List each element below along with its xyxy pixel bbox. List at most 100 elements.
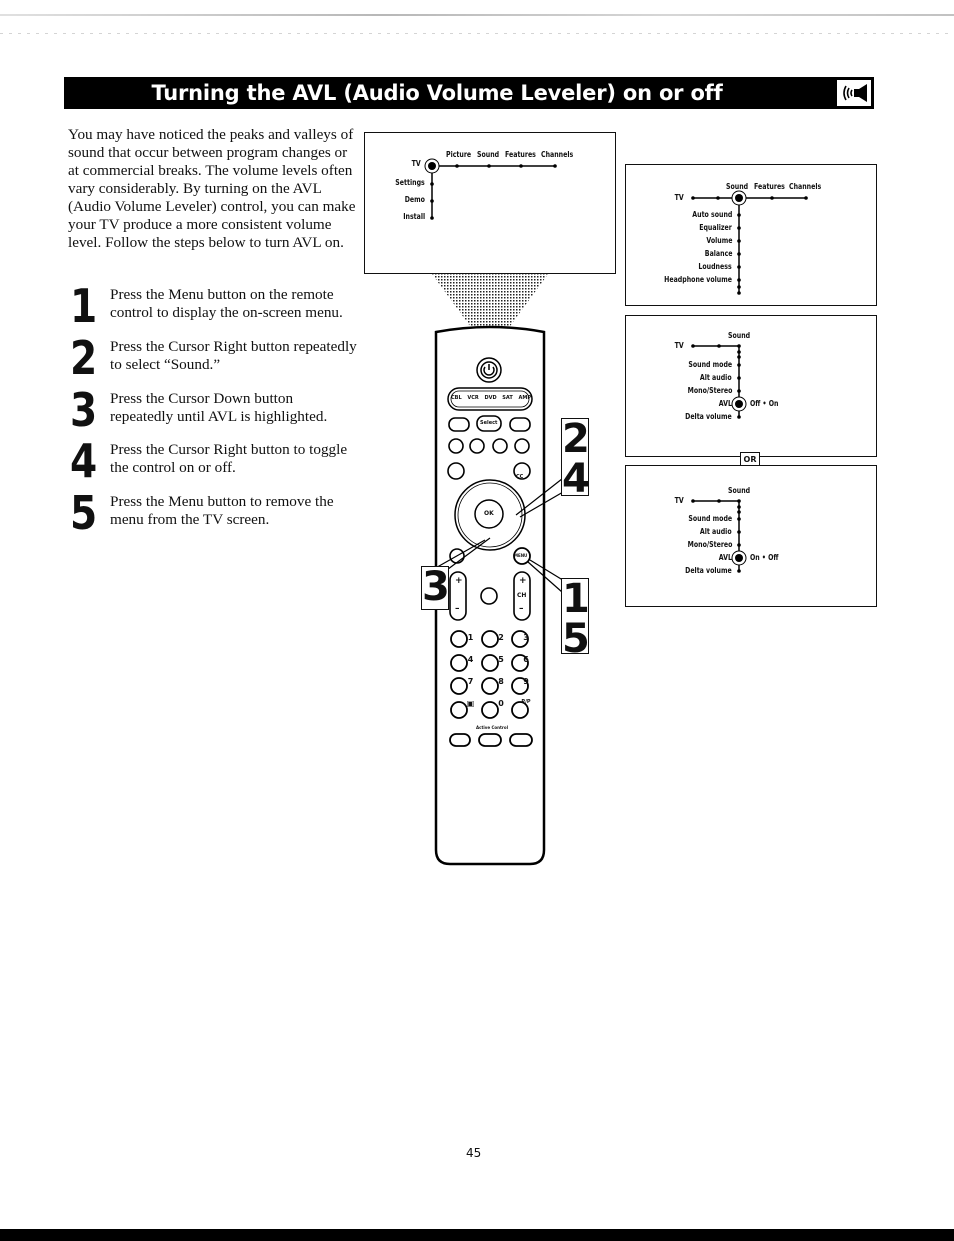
menu-root-label: TV: [674, 496, 684, 505]
step-text: Press the Menu button on the remote cont…: [110, 286, 343, 321]
number-pad-labels: 1 2 3 4 5 6 7 8 9 ▣ 0 P/P: [455, 633, 531, 708]
scan-artifact-line: [0, 33, 954, 34]
menu-item-install: Install: [403, 212, 425, 221]
step-4: 4 Press the Cursor Right button to toggl…: [68, 437, 358, 489]
step-text: Press the Cursor Down button repeatedly …: [110, 390, 328, 425]
page-title: Turning the AVL (Audio Volume Leveler) o…: [151, 81, 723, 105]
menu-item-delta-volume: Delta volume: [685, 566, 732, 575]
menu-item-features: Features: [505, 150, 536, 159]
digit-8-button[interactable]: 8: [486, 677, 516, 686]
menu-heading-sound: Sound: [728, 486, 751, 495]
menu-tree-lines: [691, 499, 747, 573]
menu-screen-avl-on-off: TV Sound Sound mode Alt audio Mono/Stere…: [625, 465, 877, 607]
intro-paragraph: You may have noticed the peaks and valle…: [68, 126, 356, 251]
menu-item-sound-mode: Sound mode: [688, 360, 732, 369]
active-control-button-3[interactable]: [509, 733, 533, 747]
menu-item-mono-stereo: Mono/Stereo: [687, 386, 732, 395]
power-button[interactable]: [476, 357, 502, 383]
cc-label: CC: [516, 474, 524, 480]
callout-number: 5: [562, 616, 590, 662]
digit-2-button[interactable]: 2: [486, 633, 516, 642]
fast-forward-button[interactable]: [514, 438, 530, 454]
stop-button[interactable]: [469, 438, 485, 454]
menu-item-balance: Balance: [704, 249, 732, 258]
digit-1-button[interactable]: 1: [455, 633, 486, 642]
digit-0-button[interactable]: 0: [486, 699, 516, 708]
page-number: 45: [466, 1146, 482, 1160]
mute-button[interactable]: [480, 587, 498, 605]
digit-9-button[interactable]: 9: [516, 677, 536, 686]
digit-4-button[interactable]: 4: [455, 655, 486, 664]
callout-number: 4: [562, 456, 590, 502]
menu-item-channels: Channels: [541, 150, 574, 159]
input-button[interactable]: [448, 417, 470, 432]
menu-item-delta-volume: Delta volume: [685, 412, 732, 421]
menu-item-mono-stereo: Mono/Stereo: [687, 540, 732, 549]
source-labels: CBL VCR DVD SAT AMP: [451, 395, 531, 401]
digit-5-button[interactable]: 5: [486, 655, 516, 664]
select-label: Select: [480, 420, 498, 426]
menu-item-avl: AVL: [718, 399, 732, 408]
section-title-bar: Turning the AVL (Audio Volume Leveler) o…: [64, 77, 874, 109]
callout-number: 2: [562, 416, 590, 462]
menu-item-demo: Demo: [404, 195, 425, 204]
step-number: 2: [70, 331, 98, 385]
source-cbl[interactable]: CBL: [451, 395, 462, 401]
volume-minus: –: [455, 604, 460, 614]
step-number: 4: [70, 434, 98, 488]
channel-minus: –: [519, 604, 524, 614]
bottom-border-bar: [0, 1229, 954, 1241]
digit-7-button[interactable]: 7: [455, 677, 486, 686]
step-5: 5 Press the Menu button to remove the me…: [68, 489, 358, 541]
rewind-button[interactable]: [448, 438, 464, 454]
digit-6-button[interactable]: 6: [516, 655, 536, 664]
step-text: Press the Cursor Right button to toggle …: [110, 441, 348, 476]
source-vcr[interactable]: VCR: [467, 395, 478, 401]
callout-number: 1: [562, 576, 590, 622]
speaker-sound-icon: [837, 80, 871, 106]
step-number: 1: [70, 279, 98, 333]
source-amp[interactable]: AMP: [518, 395, 531, 401]
step-2: 2 Press the Cursor Right button repeated…: [68, 334, 358, 386]
volume-plus: +: [455, 576, 463, 586]
menu-label: MENU: [514, 553, 528, 558]
step-number: 3: [70, 383, 98, 437]
active-control-button-2[interactable]: [478, 733, 502, 747]
active-control-button-1[interactable]: [449, 733, 471, 747]
step-text: Press the Cursor Right button repeatedly…: [110, 338, 357, 373]
menu-item-sound: Sound: [726, 182, 749, 191]
menu-screen-avl-off-on: TV Sound Sound mode Alt audio Mono/Stere…: [625, 315, 877, 457]
source-dvd[interactable]: DVD: [484, 395, 496, 401]
menu-item-channels: Channels: [789, 182, 822, 191]
callout-steps-2-4: 2 4: [561, 416, 590, 502]
info-button[interactable]: ▣: [455, 699, 486, 708]
menu-item-loudness: Loudness: [698, 262, 732, 271]
menu-item-equalizer: Equalizer: [699, 223, 732, 232]
menu-tree-lines: [691, 344, 747, 419]
avl-toggle-value: Off • On: [750, 399, 779, 408]
previous-channel-button[interactable]: P/P: [516, 699, 536, 708]
menu-item-sound-mode: Sound mode: [688, 514, 732, 523]
callout-steps-1-5: 1 5: [561, 576, 590, 659]
menu-item-headphone-volume: Headphone volume: [664, 275, 732, 284]
menu-item-auto-sound: Auto sound: [691, 210, 732, 219]
menu-item-sound: Sound: [477, 150, 500, 159]
menu-heading-sound: Sound: [728, 331, 751, 340]
surf-button[interactable]: [447, 462, 465, 480]
avl-toggle-value: On • Off: [750, 553, 779, 562]
step-number: 5: [70, 486, 98, 540]
menu-item-alt-audio: Alt audio: [700, 527, 732, 536]
step-text: Press the Menu button to remove the menu…: [110, 493, 334, 528]
callout-line-2-4: [515, 474, 568, 516]
digit-3-button[interactable]: 3: [516, 633, 536, 642]
channel-plus: +: [519, 576, 527, 586]
source-sat[interactable]: SAT: [502, 395, 513, 401]
scan-artifact-top: [0, 14, 954, 16]
callout-number: 3: [422, 564, 450, 610]
menu-root-label: TV: [411, 159, 421, 168]
freeze-button[interactable]: [509, 417, 531, 432]
menu-screen-sound: TV Sound Features Channels Auto sound Eq…: [625, 164, 877, 306]
menu-item-volume: Volume: [705, 236, 732, 245]
menu-root-label: TV: [674, 341, 684, 350]
play-button[interactable]: [492, 438, 508, 454]
